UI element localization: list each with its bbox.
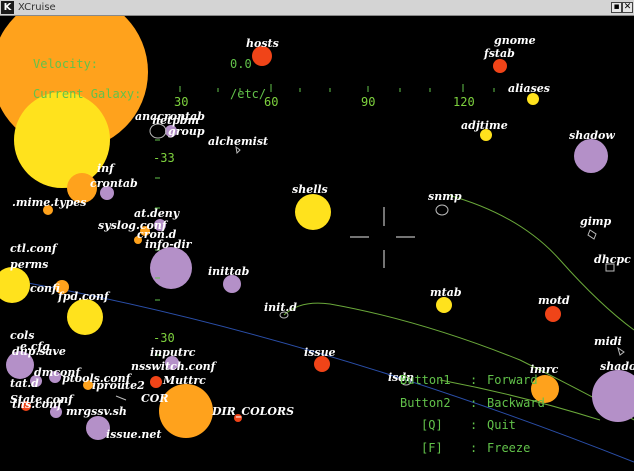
- label-crontab[interactable]: crontab: [90, 177, 138, 190]
- link-line-green-2: [283, 302, 634, 421]
- planet-muttrc[interactable]: [150, 376, 162, 388]
- label-gnome[interactable]: gnome: [494, 34, 536, 47]
- ring-gimp[interactable]: [587, 229, 597, 240]
- label-muttrc[interactable]: Muttrc: [162, 374, 206, 387]
- label-confi[interactable]: confi: [30, 282, 60, 295]
- heading-tick-120: 120: [453, 95, 475, 109]
- label-perms[interactable]: perms: [10, 258, 48, 271]
- galaxy-label: Current Galaxy:: [33, 87, 141, 101]
- help-action-forward: Forward: [487, 373, 538, 387]
- planet-shadow-big[interactable]: [592, 370, 634, 422]
- pitch-tick-minus-33: -33: [153, 151, 175, 165]
- ring-cor[interactable]: [115, 395, 127, 401]
- label-fstab[interactable]: fstab: [483, 47, 515, 60]
- label-info-dir[interactable]: info-dir: [145, 238, 193, 251]
- label-cor[interactable]: COR: [141, 392, 168, 405]
- galaxy-view[interactable]: 30 60 90 120 -33 -30 Velocity: 0.0 Curre…: [0, 16, 634, 471]
- label-init-d[interactable]: init.d: [264, 301, 297, 314]
- help-sep-1: :: [470, 373, 477, 387]
- planet-fpd[interactable]: [67, 299, 103, 335]
- planet-shadow[interactable]: [574, 139, 608, 173]
- label-mime-types[interactable]: .mime.types: [12, 196, 86, 209]
- heading-tick-30: 30: [174, 95, 188, 109]
- close-button[interactable]: ✕: [622, 2, 633, 13]
- ring-snmp[interactable]: [435, 204, 449, 216]
- label-nsswitch-conf[interactable]: nsswitch.conf: [131, 360, 218, 373]
- heading-tick-60: 60: [264, 95, 278, 109]
- label-issue[interactable]: issue: [304, 346, 336, 359]
- label-alchemist[interactable]: alchemist: [208, 135, 268, 148]
- label-gimp[interactable]: gimp: [580, 215, 612, 228]
- planet-info-dir[interactable]: [150, 247, 192, 289]
- help-sep-3: :: [470, 418, 477, 432]
- label-inputrc[interactable]: inputrc: [150, 346, 196, 359]
- planet-perms-left[interactable]: [0, 267, 30, 303]
- label-inf[interactable]: inf: [97, 162, 116, 175]
- label-dir-colors[interactable]: DIR_COLORS: [211, 405, 294, 419]
- planet-motd[interactable]: [545, 306, 561, 322]
- help-key-button1: Button1: [400, 373, 451, 387]
- ring-midi[interactable]: [617, 346, 625, 356]
- help-sep-2: :: [470, 396, 477, 410]
- planet-yellow-giant[interactable]: [14, 92, 110, 188]
- heading-tick-90: 90: [361, 95, 375, 109]
- title-bar[interactable]: K XCruise ▪ ✕: [0, 0, 634, 16]
- label-fpd-conf[interactable]: fpd.conf: [57, 290, 111, 303]
- label-dup-save[interactable]: dup.save: [12, 345, 66, 358]
- label-ctl-conf[interactable]: ctl.conf: [10, 242, 59, 255]
- app-icon[interactable]: K: [1, 1, 14, 14]
- label-shells[interactable]: shells: [292, 183, 328, 196]
- label-tat-d[interactable]: tat.d: [10, 377, 39, 390]
- help-key-f: [F]: [421, 441, 443, 455]
- help-key-q: [Q]: [421, 418, 443, 432]
- galaxy-value: /etc/: [230, 87, 266, 101]
- label-shadow[interactable]: shadow: [569, 129, 615, 142]
- galaxy-canvas[interactable]: 30 60 90 120 -33 -30 Velocity: 0.0 Curre…: [0, 16, 634, 471]
- help-key-button2: Button2: [400, 396, 451, 410]
- label-mtab[interactable]: mtab: [430, 286, 462, 299]
- label-group[interactable]: group: [168, 125, 205, 138]
- help-action-freeze: Freeze: [487, 441, 530, 455]
- crosshair: [350, 207, 415, 268]
- label-adjtime[interactable]: adjtime: [461, 119, 508, 132]
- velocity-label: Velocity:: [33, 57, 98, 71]
- label-dhcpc[interactable]: dhcpc: [594, 253, 631, 266]
- velocity-value: 0.0: [230, 57, 252, 71]
- label-issue-net[interactable]: issue.net: [106, 428, 161, 441]
- label-midi[interactable]: midi: [594, 335, 622, 348]
- planet-shells[interactable]: [295, 194, 331, 230]
- help-action-quit: Quit: [487, 418, 516, 432]
- minimize-button[interactable]: ▪: [611, 2, 622, 13]
- heading-scale: [179, 84, 495, 92]
- label-iproute2[interactable]: iproute2: [92, 379, 145, 392]
- label-ths-conf[interactable]: ths.conf: [12, 398, 64, 411]
- planet-mtab[interactable]: [436, 297, 452, 313]
- label-inittab[interactable]: inittab: [208, 265, 250, 278]
- label-snmp[interactable]: snmp: [428, 190, 462, 203]
- help-action-backward: Backward: [487, 396, 545, 410]
- help-sep-4: :: [470, 441, 477, 455]
- label-hosts[interactable]: hosts: [246, 37, 279, 50]
- pitch-tick-minus-30: -30: [153, 331, 175, 345]
- window-title: XCruise: [18, 2, 56, 13]
- label-aliases[interactable]: aliases: [508, 82, 550, 95]
- label-shadow-2[interactable]: shadow: [600, 360, 634, 373]
- planet-fstab[interactable]: [493, 59, 507, 73]
- label-motd[interactable]: motd: [538, 294, 570, 307]
- label-mrgssv-sh[interactable]: mrgssv.sh: [66, 405, 127, 418]
- xcruise-window: K XCruise ▪ ✕ 30 60 90 120 -33 -30 Veloc…: [0, 0, 634, 471]
